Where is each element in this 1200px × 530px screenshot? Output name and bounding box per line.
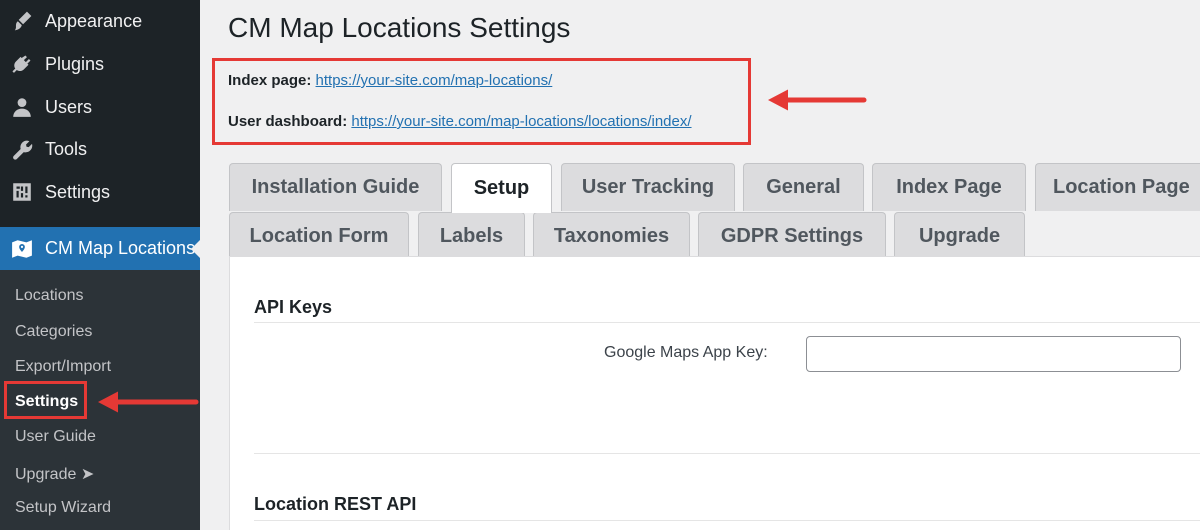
settings-highlight-box: [4, 381, 87, 419]
submenu-item-user-guide[interactable]: User Guide: [15, 428, 96, 446]
tab-setup[interactable]: Setup: [451, 163, 552, 213]
user-dashboard-link[interactable]: https://your-site.com/map-locations/loca…: [351, 113, 691, 130]
submenu-item-setup-wizard[interactable]: Setup Wizard: [15, 499, 111, 517]
tab-gdpr-settings[interactable]: GDPR Settings: [698, 212, 886, 260]
sidebar-item-label: CM Map Locations: [45, 238, 196, 258]
user-dashboard-row: User dashboard: https://your-site.com/ma…: [228, 113, 692, 130]
settings-panel: [229, 256, 1200, 530]
tab-location-form[interactable]: Location Form: [229, 212, 409, 260]
sidebar-item-label: Users: [45, 96, 93, 117]
sidebar-item-label: Tools: [45, 138, 88, 159]
map-icon: [11, 238, 33, 260]
submenu-item-locations[interactable]: Locations: [15, 287, 84, 305]
arrow-left-icon: [766, 86, 870, 114]
divider: [254, 520, 1200, 521]
google-maps-key-input[interactable]: [806, 336, 1181, 372]
tab-general[interactable]: General: [743, 163, 864, 211]
section-title-location-rest-api: Location REST API: [254, 494, 417, 514]
wrench-icon: [11, 138, 33, 160]
divider: [254, 453, 1200, 454]
sidebar-item-cm-map-locations[interactable]: CM Map Locations: [0, 227, 200, 270]
arrow-left-icon: [96, 388, 200, 416]
tab-upgrade[interactable]: Upgrade: [894, 212, 1025, 260]
sidebar-item-label: Appearance: [45, 10, 143, 31]
sidebar-item-users[interactable]: Users: [0, 87, 200, 127]
sidebar-item-settings[interactable]: Settings: [0, 172, 200, 212]
tab-index-page[interactable]: Index Page: [872, 163, 1026, 211]
sidebar-item-label: Settings: [45, 181, 111, 202]
tab-location-page[interactable]: Location Page: [1035, 163, 1200, 211]
submenu-item-upgrade[interactable]: Upgrade ➤: [15, 464, 94, 484]
tab-user-tracking[interactable]: User Tracking: [561, 163, 735, 211]
users-icon: [11, 96, 33, 118]
page-title: CM Map Locations Settings: [228, 12, 571, 43]
index-page-link[interactable]: https://your-site.com/map-locations/: [316, 72, 553, 89]
settings-sliders-icon: [11, 181, 33, 203]
index-page-label: Index page:: [228, 72, 312, 89]
section-title-api-keys: API Keys: [254, 297, 333, 317]
index-page-row: Index page: https://your-site.com/map-lo…: [228, 72, 552, 89]
tab-taxonomies[interactable]: Taxonomies: [533, 212, 690, 260]
plugin-icon: [11, 53, 33, 75]
sidebar-item-tools[interactable]: Tools: [0, 129, 200, 169]
sidebar-item-plugins[interactable]: Plugins: [0, 44, 200, 84]
google-maps-key-label: Google Maps App Key:: [604, 344, 768, 361]
divider: [254, 322, 1200, 323]
submenu-item-categories[interactable]: Categories: [15, 323, 92, 341]
admin-sidebar: Appearance Plugins Users Tools Settings …: [0, 0, 200, 530]
sidebar-item-appearance[interactable]: Appearance: [0, 1, 200, 41]
sidebar-item-label: Plugins: [45, 53, 105, 74]
submenu-item-export-import[interactable]: Export/Import: [15, 358, 111, 376]
tab-labels[interactable]: Labels: [418, 212, 525, 260]
user-dashboard-label: User dashboard:: [228, 113, 348, 130]
tab-installation-guide[interactable]: Installation Guide: [229, 163, 442, 211]
paintbrush-icon: [11, 10, 33, 32]
